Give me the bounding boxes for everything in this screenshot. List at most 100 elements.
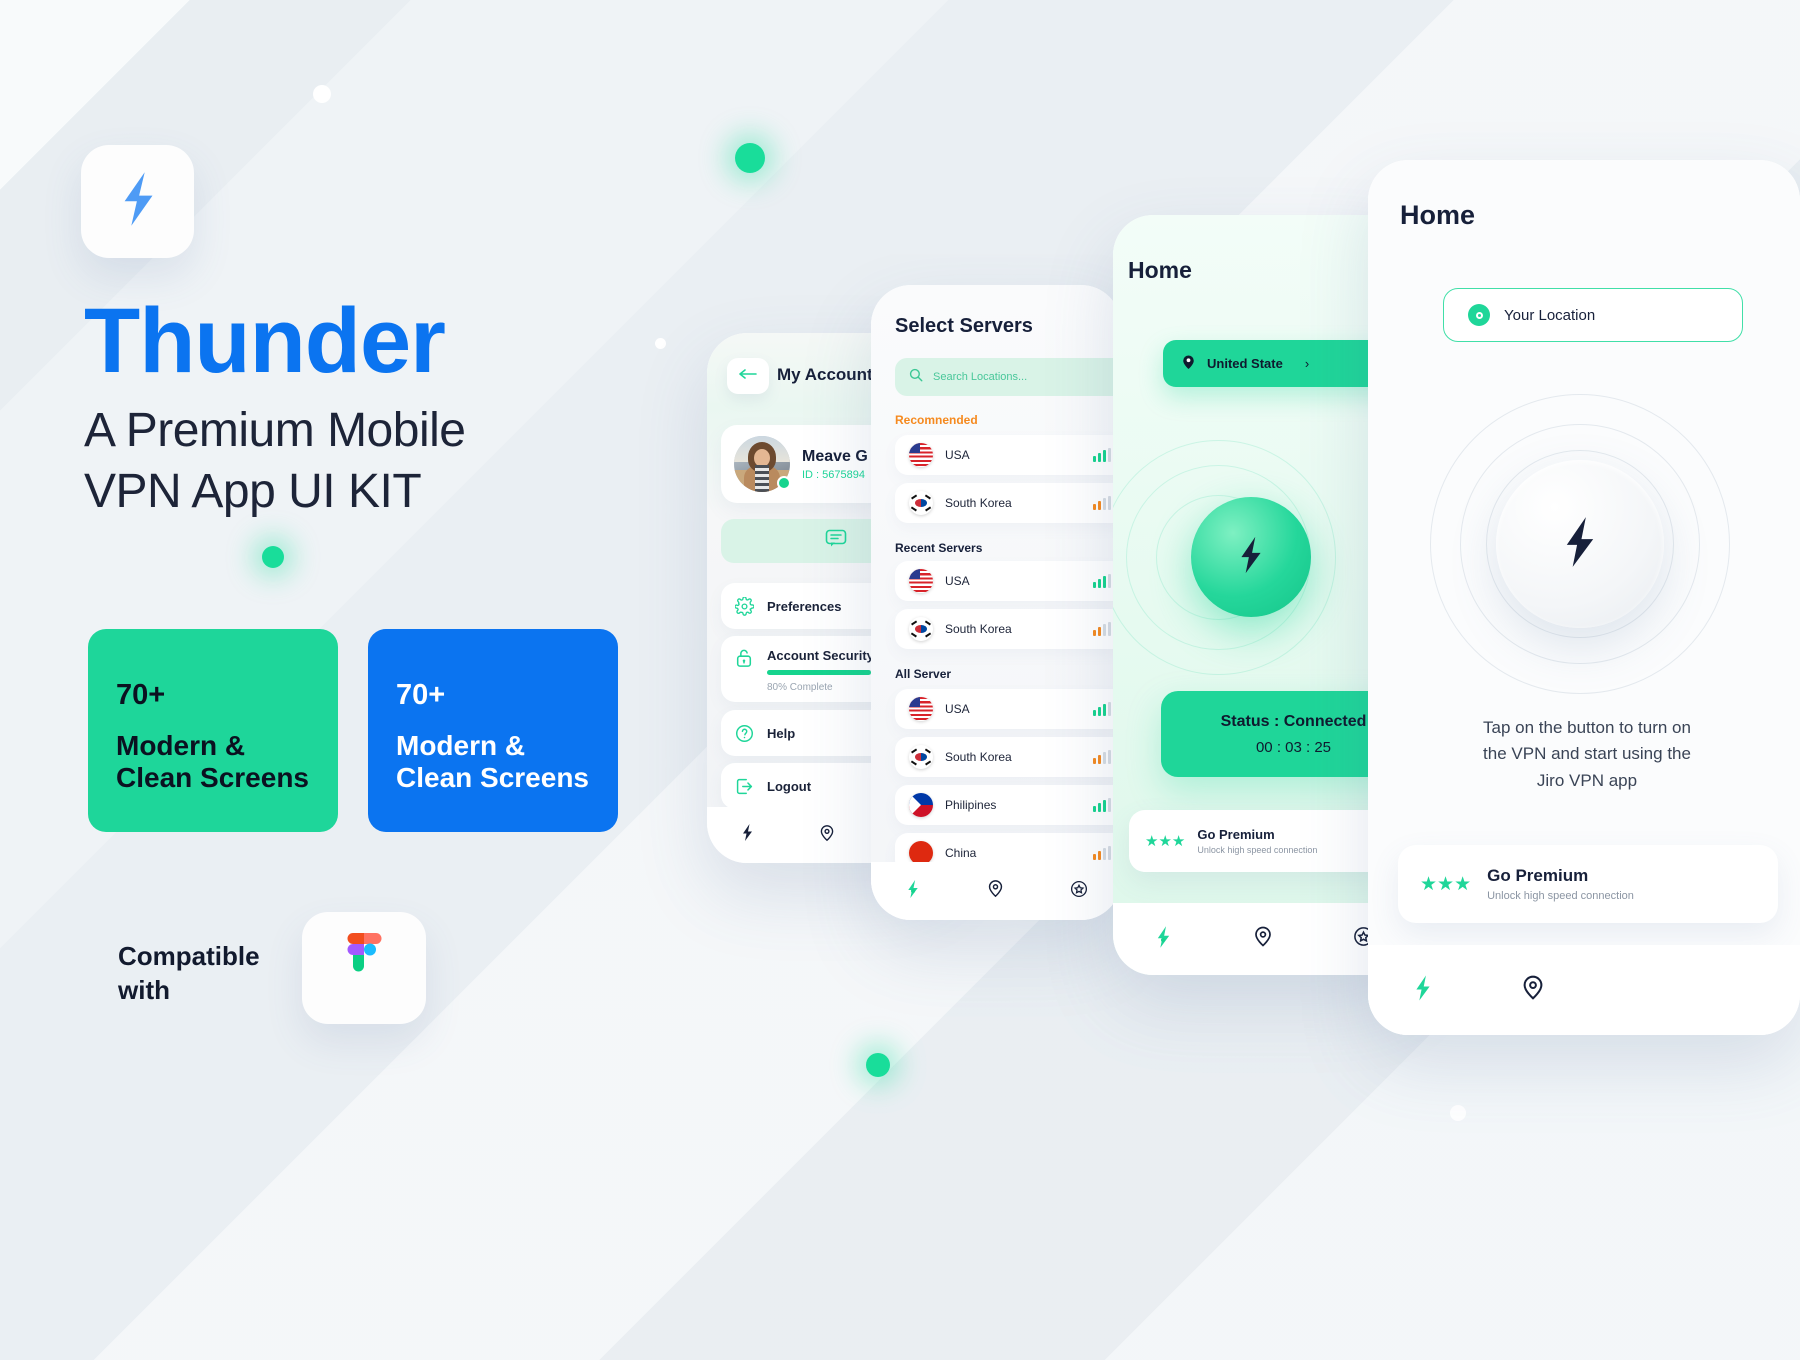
decor-dot-green-3 xyxy=(866,1053,890,1077)
server-list-item[interactable]: South Korea xyxy=(895,609,1121,649)
go-premium-subtitle: Unlock high speed connection xyxy=(1487,890,1634,902)
servers-section-label-recent: Recent Servers xyxy=(895,541,983,555)
server-name: USA xyxy=(945,574,970,588)
page-title: Thunder xyxy=(84,290,446,392)
tab-locations[interactable] xyxy=(1478,974,1588,1006)
server-name: South Korea xyxy=(945,750,1012,764)
gear-icon xyxy=(721,596,767,616)
server-list-item[interactable]: South Korea xyxy=(895,737,1121,777)
feature-text: Modern & Clean Screens xyxy=(116,730,310,795)
question-circle-icon xyxy=(721,724,767,743)
feature-count: 70+ xyxy=(396,679,446,711)
signal-strength-icon xyxy=(1093,846,1111,860)
back-button[interactable] xyxy=(727,358,769,394)
location-pin-icon xyxy=(1468,304,1490,326)
app-logo-tile xyxy=(81,145,194,258)
search-input[interactable]: Search Locations... xyxy=(895,358,1121,396)
star-rating-icon: ★★★ xyxy=(1420,873,1472,895)
signal-strength-icon xyxy=(1093,496,1111,510)
server-list-item[interactable]: South Korea xyxy=(895,483,1121,523)
logout-icon xyxy=(721,777,767,796)
home2-location-selector[interactable]: Your Location xyxy=(1443,288,1743,342)
server-list-item[interactable]: Philipines xyxy=(895,785,1121,825)
home2-hint-text: Tap on the button to turn on the VPN and… xyxy=(1402,715,1772,794)
bolt-icon xyxy=(1558,513,1602,576)
signal-strength-icon xyxy=(1093,798,1111,812)
tab-locations[interactable] xyxy=(1213,925,1313,953)
account-row-label: Account Security xyxy=(767,648,874,663)
page-subtitle-line-2: VPN App UI KIT xyxy=(84,465,422,519)
security-progress-fill xyxy=(767,670,871,675)
location-pin-icon xyxy=(1253,925,1273,953)
security-progress-label: 80% Complete xyxy=(767,682,833,693)
home-location-label: United State xyxy=(1207,356,1283,371)
lightning-bolt-icon xyxy=(115,170,161,233)
server-name: South Korea xyxy=(945,622,1012,636)
ph-flag-icon xyxy=(909,793,933,817)
go-premium-subtitle: Unlock high speed connection xyxy=(1197,845,1318,855)
tab-account[interactable] xyxy=(1038,880,1121,903)
location-pin-icon xyxy=(987,879,1004,903)
decor-dot-white-3 xyxy=(1450,1105,1466,1121)
go-premium-title: Go Premium xyxy=(1487,866,1589,885)
vpn-power-button[interactable] xyxy=(1191,497,1311,617)
us-flag-icon xyxy=(909,697,933,721)
tab-home[interactable] xyxy=(1368,974,1478,1007)
location-pin-icon xyxy=(1181,353,1196,375)
server-list-item[interactable]: USA xyxy=(895,689,1121,729)
go-premium-card[interactable]: ★★★ Go Premium Unlock high speed connect… xyxy=(1129,810,1394,872)
feature-text-line-2: Clean Screens xyxy=(116,762,309,794)
server-name: Philipines xyxy=(945,798,997,812)
server-list-item[interactable]: USA xyxy=(895,561,1121,601)
feature-text-line-1: Modern & xyxy=(396,730,526,761)
tab-locations[interactable] xyxy=(954,879,1037,903)
kr-flag-icon xyxy=(909,617,933,641)
tab-locations[interactable] xyxy=(787,824,867,847)
home2-hint-line-2: the VPN and start using the xyxy=(1483,744,1691,764)
account-row-label: Preferences xyxy=(767,598,842,614)
feature-text: Modern & Clean Screens xyxy=(396,730,590,795)
chat-bubble-icon xyxy=(825,529,847,554)
page-subtitle-line-1: A Premium Mobile xyxy=(84,404,466,457)
tab-home[interactable] xyxy=(707,823,787,847)
server-list-item[interactable]: USA xyxy=(895,435,1121,475)
location-pin-icon xyxy=(819,824,835,847)
account-row-label: Help xyxy=(767,725,796,741)
decor-dot-green-1 xyxy=(735,143,765,173)
page-subtitle: A Premium Mobile VPN App UI KIT xyxy=(84,400,644,523)
tab-home[interactable] xyxy=(1113,925,1213,954)
signal-strength-icon xyxy=(1093,750,1111,764)
compatibility-label-line-2: with xyxy=(118,974,170,1005)
search-icon xyxy=(909,368,923,387)
home2-page-title: Home xyxy=(1400,200,1476,230)
servers-page-title: Select Servers xyxy=(895,315,1033,337)
figma-logo-icon xyxy=(342,932,387,1004)
go-premium-card[interactable]: ★★★ Go Premium Unlock high speed connect… xyxy=(1398,845,1778,923)
marketing-panel: Thunder A Premium Mobile VPN App UI KIT … xyxy=(0,0,700,1360)
bolt-icon xyxy=(740,823,755,847)
star-rating-icon: ★★★ xyxy=(1145,833,1186,850)
arrow-left-icon xyxy=(739,367,757,385)
feature-card-blue: 70+ Modern & Clean Screens xyxy=(368,629,618,832)
feature-text-line-2: Clean Screens xyxy=(396,762,589,794)
vpn-power-button[interactable] xyxy=(1496,460,1664,628)
bolt-icon xyxy=(1412,974,1434,1007)
kr-flag-icon xyxy=(909,491,933,515)
account-row-label: Logout xyxy=(767,778,812,794)
server-name: China xyxy=(945,846,977,860)
compatibility-label-line-1: Compatible xyxy=(118,941,260,971)
server-name: USA xyxy=(945,702,970,716)
us-flag-icon xyxy=(909,569,933,593)
go-premium-title: Go Premium xyxy=(1197,827,1275,842)
phone-screen-home-disconnected: Home Your Location Tap on the button to … xyxy=(1368,160,1800,1035)
home2-hint-line-3: Jiro VPN app xyxy=(1536,770,1638,790)
us-flag-icon xyxy=(909,443,933,467)
search-placeholder: Search Locations... xyxy=(933,371,1028,383)
account-page-title: My Account xyxy=(777,365,873,384)
tab-home[interactable] xyxy=(871,879,954,904)
lock-icon xyxy=(721,648,767,668)
account-user-id: ID : 5675894 xyxy=(802,468,865,481)
signal-strength-icon xyxy=(1093,702,1111,716)
servers-section-label-recommended: Recomnended xyxy=(895,413,978,427)
servers-section-label-all: All Server xyxy=(895,667,952,681)
